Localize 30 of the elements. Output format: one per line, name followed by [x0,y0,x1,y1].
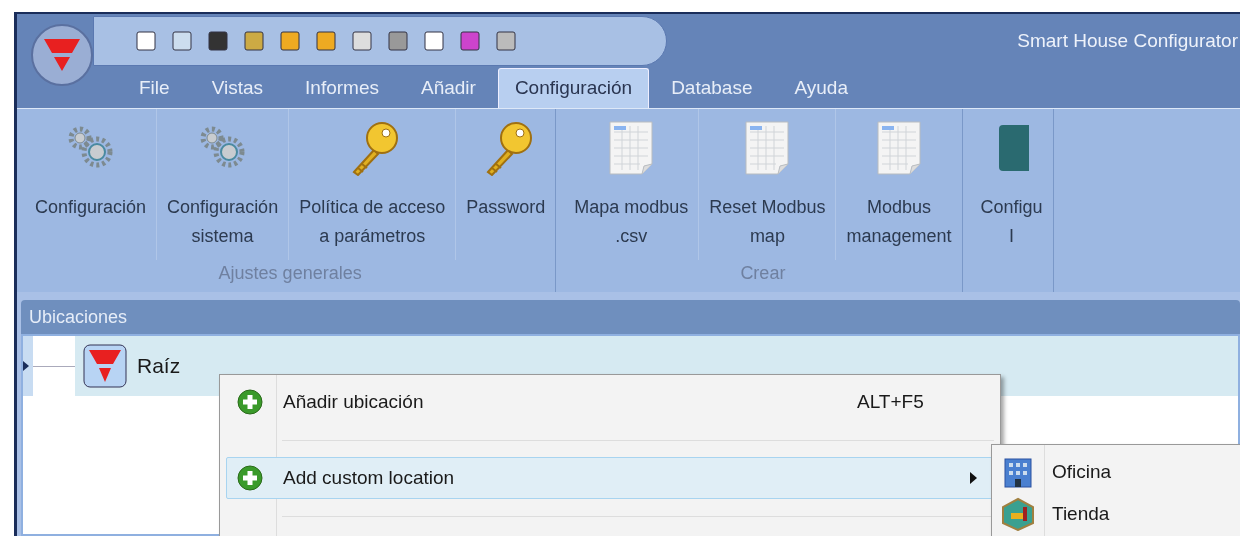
add-icon [237,465,263,491]
spreadsheet-icon [875,120,922,176]
building-icon [1001,455,1035,489]
ribbon-button[interactable]: Política de acceso a parámetros [289,109,457,260]
spreadsheet-icon [744,120,791,176]
ribbon-tab[interactable]: Configuración [497,68,650,108]
ribbon-button[interactable]: Mapa modbus .csv [564,109,700,260]
caret-icon [23,361,29,371]
ribbon-button[interactable]: Configuración [25,109,158,260]
menu-item[interactable]: Add custom location [226,457,994,499]
ribbon-tab[interactable]: Vistas [191,68,284,108]
ribbon-tab[interactable]: File [119,68,190,108]
ribbon-button[interactable]: Configuración sistema [157,109,290,260]
ribbon-button[interactable]: Password [456,109,556,260]
ribbon-button[interactable]: Reset Modbus map [699,109,837,260]
logo-icon [83,344,127,388]
ribbon-button[interactable]: Configu I [970,109,1053,260]
window-title: Smart House Configurator [1017,28,1238,53]
menu-item[interactable]: Oficina [992,451,1240,493]
add-icon [237,389,263,415]
ribbon-tab[interactable]: Database [651,68,773,108]
menu-item[interactable]: Tienda [992,493,1240,535]
ribbon-button[interactable]: Modbus management [836,109,962,260]
ribbon-tab[interactable]: Ayuda [774,68,868,108]
ribbon-tab[interactable]: Añadir [400,68,496,108]
panel-title: Ubicaciones [29,305,128,329]
ribbon-tab[interactable]: Informes [285,68,399,108]
spreadsheet-icon [608,120,655,176]
ribbon-group-label: Ajustes generales [217,262,363,285]
ribbon-group-label: Crear [739,262,787,285]
